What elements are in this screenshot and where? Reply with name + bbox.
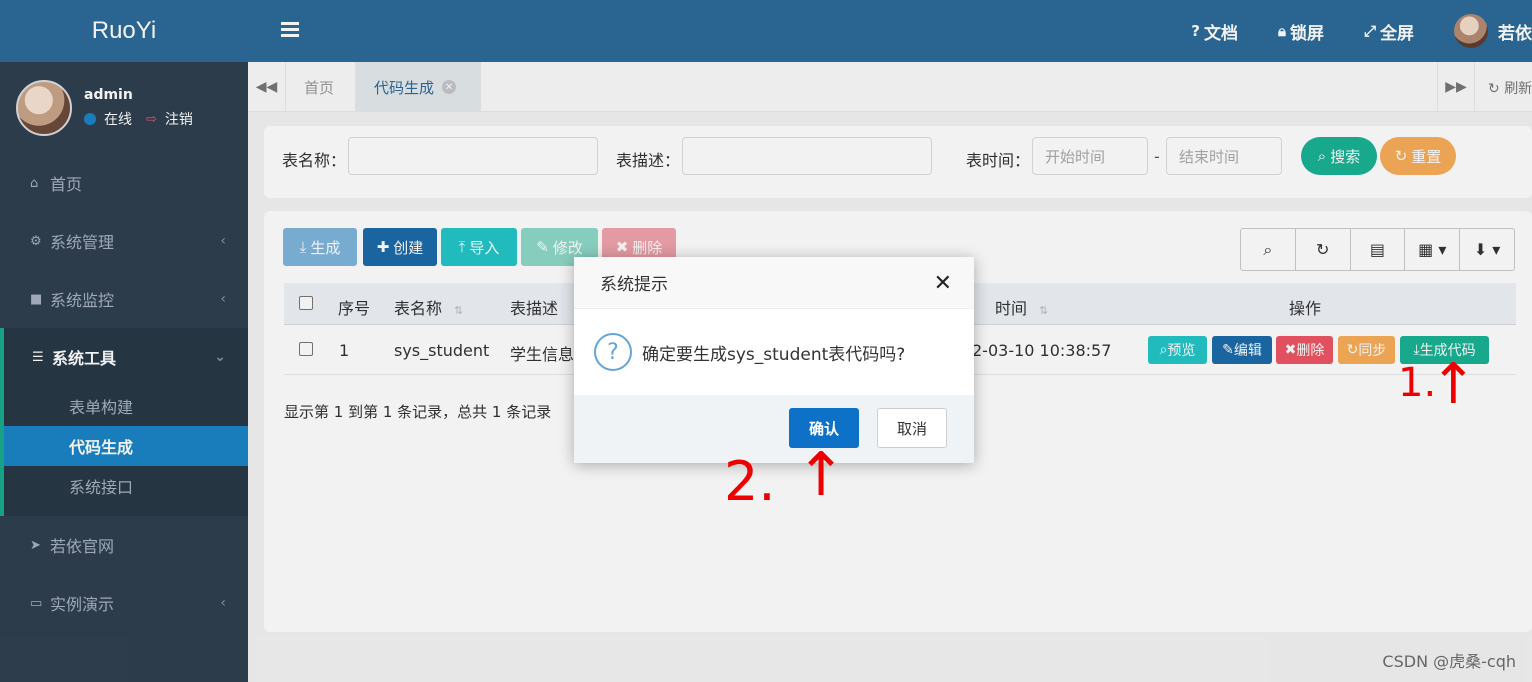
dialog-body: ? 确定要生成sys_student表代码吗? (574, 309, 974, 395)
annotation-step-2: 2. (724, 450, 776, 513)
dialog-title: 系统提示 (600, 275, 668, 295)
dialog-message: 确定要生成sys_student表代码吗? (642, 344, 906, 365)
close-icon[interactable]: ✕ (934, 271, 952, 296)
dialog-header: 系统提示 ✕ (574, 257, 974, 309)
cancel-button[interactable]: 取消 (877, 408, 947, 448)
question-icon: ? (594, 333, 632, 371)
annotation-arrow-2: ↑ (796, 440, 847, 510)
watermark: CSDN @虎桑-cqh (1382, 652, 1516, 671)
confirm-dialog: 系统提示 ✕ ? 确定要生成sys_student表代码吗? 确认 取消 (574, 257, 974, 463)
annotation-arrow-1: ↑ (1430, 352, 1477, 417)
